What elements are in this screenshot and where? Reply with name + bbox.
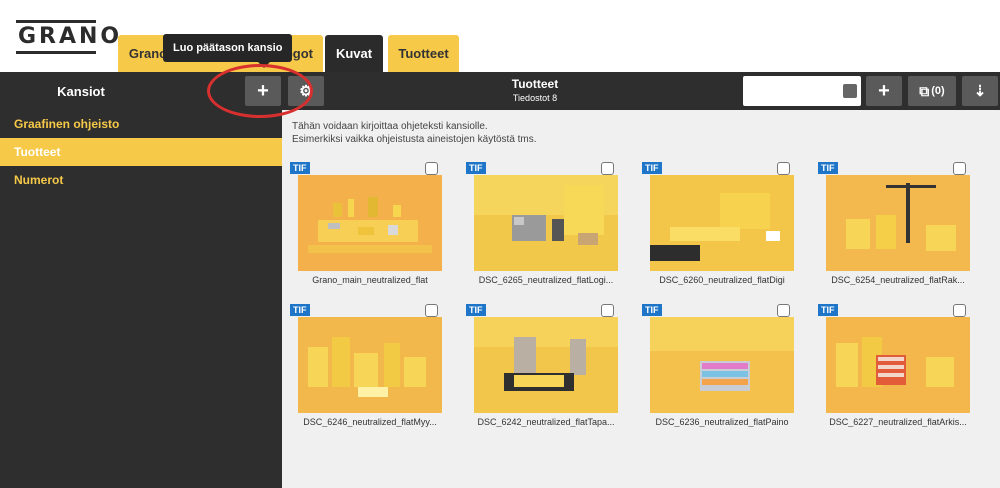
grano-logo[interactable]: GRANO — [16, 20, 119, 54]
tooltip-arrow — [258, 62, 270, 68]
file-type-badge: TIF — [818, 162, 838, 174]
current-folder-info: Tuotteet Tiedostot 8 — [420, 77, 650, 103]
selection-button[interactable]: ⧉ (0) — [908, 76, 956, 106]
file-select-checkbox[interactable] — [777, 304, 790, 317]
file-card[interactable]: TIF DSC_6265_neutralized_flatLogi... — [458, 162, 618, 302]
file-card[interactable]: TIF DSC_6242_neutralized_flatTapa... — [458, 304, 618, 444]
file-name: DSC_6242_neutralized_flatTapa... — [477, 417, 615, 427]
current-folder-title: Tuotteet — [511, 77, 559, 91]
file-select-checkbox[interactable] — [953, 162, 966, 175]
file-card[interactable]: TIF DSC_6246_neutralized_flatMyy... — [282, 304, 442, 444]
file-name: DSC_6265_neutralized_flatLogi... — [478, 275, 614, 285]
file-name: DSC_6236_neutralized_flatPaino — [655, 417, 789, 427]
app-header: GRANO Grano Logot Kuvat Tuotteet — [0, 0, 1000, 72]
file-type-badge: TIF — [818, 304, 838, 316]
file-name: Grano_main_neutralized_flat — [312, 275, 428, 285]
file-name: DSC_6246_neutralized_flatMyy... — [303, 417, 437, 427]
file-thumbnail[interactable] — [826, 175, 970, 271]
file-thumbnail[interactable] — [650, 175, 794, 271]
sort-button[interactable]: ⇣ — [962, 76, 998, 106]
folders-header: Kansiot — [0, 72, 282, 110]
help-line-1: Tähän voidaan kirjoittaa ohjeteksti kans… — [292, 121, 488, 132]
toolbar: Kansiot + ⚙ Tuotteet Tiedostot 8 + ⧉ (0)… — [0, 72, 1000, 110]
help-line-2: Esimerkiksi vaikka ohjeistusta aineistoj… — [292, 134, 537, 145]
logo-top-line — [16, 20, 96, 23]
file-select-checkbox[interactable] — [425, 304, 438, 317]
tooltip-create-root-folder: Luo päätason kansio — [163, 34, 293, 62]
file-type-badge: TIF — [290, 304, 310, 316]
sort-icon: ⇣ — [973, 83, 987, 100]
file-type-badge: TIF — [290, 162, 310, 174]
logo-text: GRANO — [18, 24, 123, 49]
file-card[interactable]: TIF DSC_6260_neutralized_flatDigi — [634, 162, 794, 302]
folder-sidebar: Graafinen ohjeisto Tuotteet Numerot — [0, 110, 282, 488]
add-file-button[interactable]: + — [866, 76, 902, 106]
file-browser: Tähän voidaan kirjoittaa ohjeteksti kans… — [282, 110, 1000, 488]
file-card[interactable]: TIF DSC_6227_neutralized_flatArkis... — [810, 304, 970, 444]
file-type-badge: TIF — [466, 162, 486, 174]
file-select-checkbox[interactable] — [777, 162, 790, 175]
file-type-badge: TIF — [642, 304, 662, 316]
file-select-checkbox[interactable] — [425, 162, 438, 175]
files-count: Tiedostot 8 — [512, 93, 558, 103]
add-root-folder-button[interactable]: + — [245, 76, 281, 106]
file-thumbnail[interactable] — [826, 317, 970, 413]
plus-icon: + — [257, 79, 269, 102]
file-select-checkbox[interactable] — [601, 162, 614, 175]
file-thumbnail[interactable] — [650, 317, 794, 413]
sidebar-item-graafinen-ohjeisto[interactable]: Graafinen ohjeisto — [0, 110, 282, 138]
selection-count: (0) — [931, 85, 945, 97]
file-thumbnail[interactable] — [298, 317, 442, 413]
search-input[interactable] — [743, 76, 861, 106]
sidebar-item-numerot[interactable]: Numerot — [0, 166, 282, 194]
file-name: DSC_6227_neutralized_flatArkis... — [829, 417, 967, 427]
logo-bottom-line — [16, 51, 96, 54]
file-select-checkbox[interactable] — [601, 304, 614, 317]
file-name: DSC_6260_neutralized_flatDigi — [659, 275, 785, 285]
sidebar-item-tuotteet[interactable]: Tuotteet — [0, 138, 282, 166]
search-icon[interactable] — [843, 84, 857, 98]
file-card[interactable]: TIF DSC_6236_neutralized_flatPaino — [634, 304, 794, 444]
file-thumbnail[interactable] — [298, 175, 442, 271]
file-thumbnail[interactable] — [474, 175, 618, 271]
file-card[interactable]: TIF DSC_6254_neutralized_flatRak... — [810, 162, 970, 302]
file-thumbnail[interactable] — [474, 317, 618, 413]
folders-title: Kansiot — [57, 83, 105, 99]
file-type-badge: TIF — [642, 162, 662, 174]
gear-icon: ⚙ — [299, 83, 313, 100]
folder-help-text: Tähän voidaan kirjoittaa ohjeteksti kans… — [292, 120, 537, 146]
file-name: DSC_6254_neutralized_flatRak... — [831, 275, 965, 285]
file-type-badge: TIF — [466, 304, 486, 316]
plus-icon: + — [878, 79, 890, 102]
file-card[interactable]: TIF Grano_main_neutralized_flat — [282, 162, 442, 302]
tab-kuvat[interactable]: Kuvat — [325, 35, 383, 72]
copy-icon: ⧉ — [919, 82, 930, 99]
tab-tuotteet[interactable]: Tuotteet — [388, 35, 459, 72]
file-select-checkbox[interactable] — [953, 304, 966, 317]
folder-settings-button[interactable]: ⚙ — [288, 76, 324, 106]
